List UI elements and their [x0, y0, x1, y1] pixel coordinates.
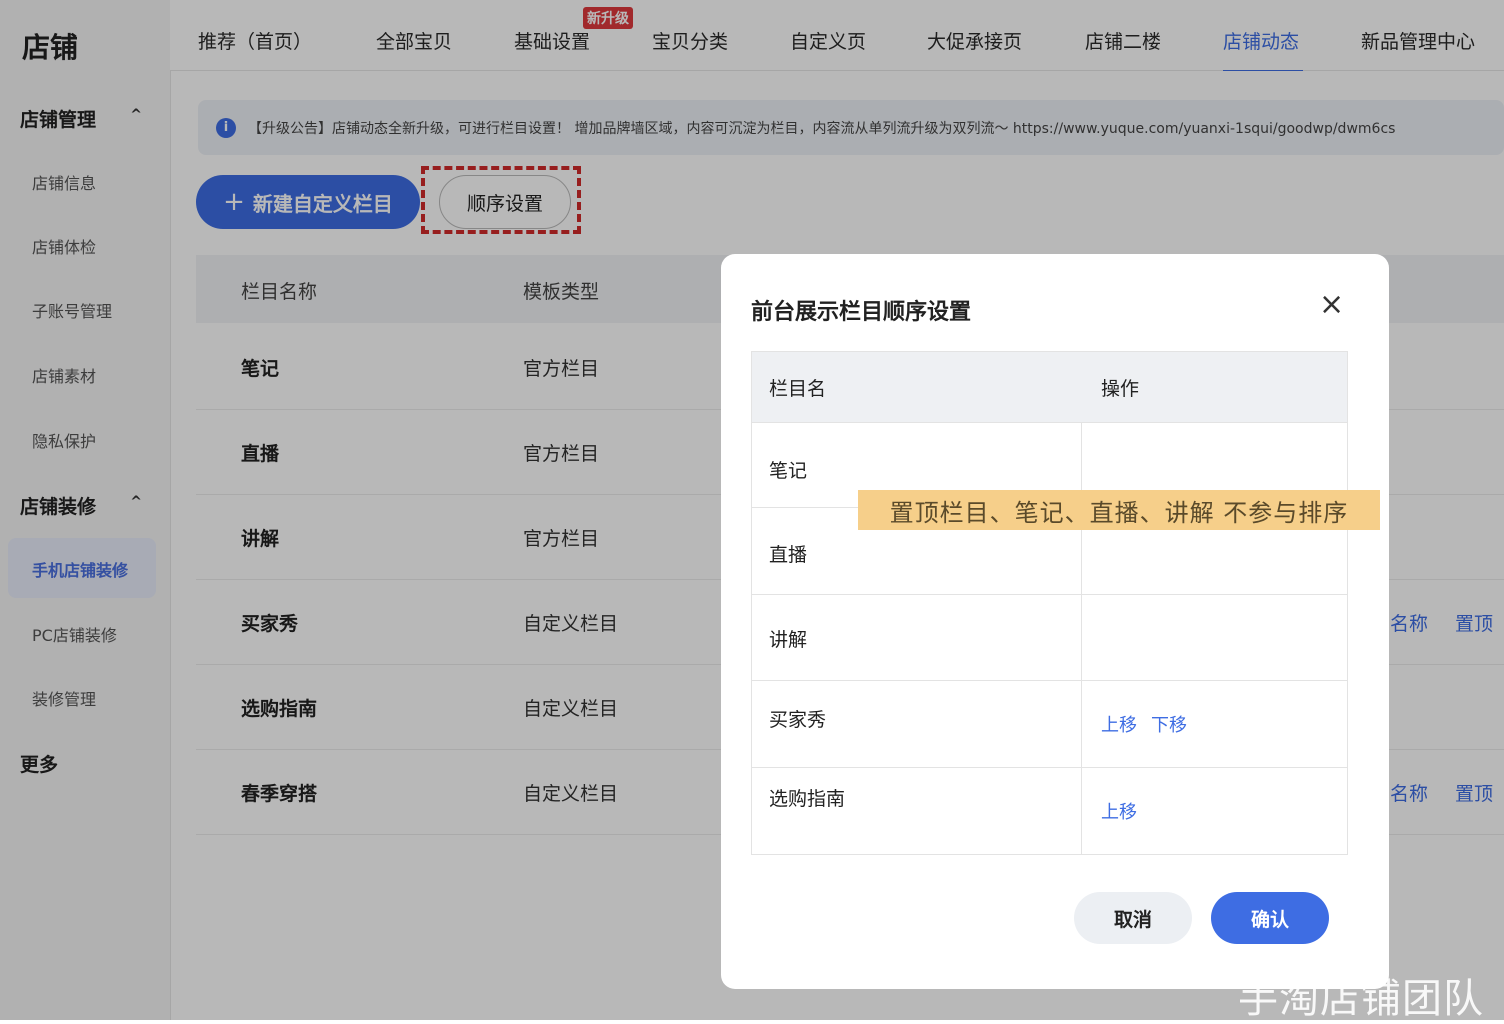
move-up-link[interactable]: 上移: [1101, 802, 1137, 823]
table-row: 讲解: [752, 594, 1347, 681]
order-settings-modal: 前台展示栏目顺序设置 × 栏目名 操作 笔记 直播 讲解 买家秀 上移 下移 选购…: [721, 254, 1389, 989]
order-table-header: 栏目名 操作: [752, 352, 1347, 422]
close-icon[interactable]: ×: [1319, 290, 1344, 320]
cancel-button[interactable]: 取消: [1074, 892, 1192, 944]
table-row: 买家秀 上移 下移: [752, 680, 1347, 768]
header-operation: 操作: [1101, 378, 1140, 400]
row-name: 讲解: [769, 629, 808, 651]
move-down-link[interactable]: 下移: [1151, 715, 1187, 736]
modal-title: 前台展示栏目顺序设置: [751, 300, 972, 325]
row-name: 直播: [769, 544, 808, 566]
confirm-button[interactable]: 确认: [1211, 892, 1329, 944]
pinned-columns-tip: 置顶栏目、笔记、直播、讲解 不参与排序: [858, 490, 1380, 530]
watermark: 手淘店铺团队: [1238, 976, 1484, 1022]
header-column-name: 栏目名: [769, 378, 827, 400]
row-name: 选购指南: [769, 788, 846, 810]
row-name: 买家秀: [769, 709, 827, 731]
table-row: 选购指南 上移: [752, 767, 1347, 855]
order-table: 栏目名 操作 笔记 直播 讲解 买家秀 上移 下移 选购指南 上移: [751, 351, 1348, 855]
row-name: 笔记: [769, 460, 808, 482]
move-up-link[interactable]: 上移: [1101, 715, 1137, 736]
